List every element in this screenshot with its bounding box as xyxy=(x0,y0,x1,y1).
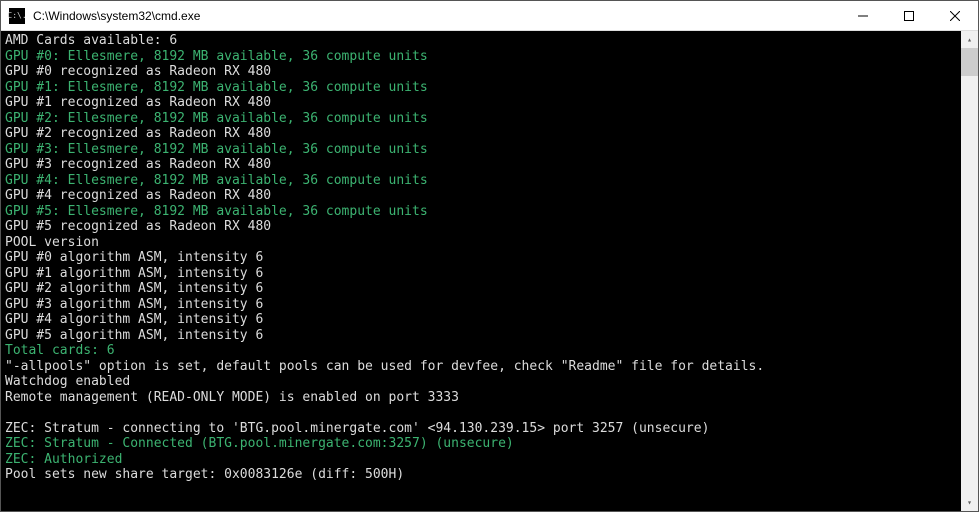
terminal-line: GPU #5 algorithm ASM, intensity 6 xyxy=(5,328,974,344)
terminal-line: GPU #0 algorithm ASM, intensity 6 xyxy=(5,250,974,266)
terminal-line: Watchdog enabled xyxy=(5,374,974,390)
terminal-line: GPU #3 recognized as Radeon RX 480 xyxy=(5,157,974,173)
terminal-line: GPU #2 algorithm ASM, intensity 6 xyxy=(5,281,974,297)
terminal-line: GPU #2 recognized as Radeon RX 480 xyxy=(5,126,974,142)
window-controls xyxy=(840,1,978,30)
terminal-line: GPU #3 algorithm ASM, intensity 6 xyxy=(5,297,974,313)
terminal-output: AMD Cards available: 6GPU #0: Ellesmere,… xyxy=(1,31,978,485)
cmd-icon: C:\. xyxy=(9,8,25,24)
terminal-line: GPU #1 recognized as Radeon RX 480 xyxy=(5,95,974,111)
terminal-line: GPU #5: Ellesmere, 8192 MB available, 36… xyxy=(5,204,974,220)
scroll-up-button[interactable]: ▴ xyxy=(961,31,978,48)
terminal-line: Pool sets new share target: 0x0083126e (… xyxy=(5,467,974,483)
terminal-line: GPU #0 recognized as Radeon RX 480 xyxy=(5,64,974,80)
terminal-line: GPU #4 algorithm ASM, intensity 6 xyxy=(5,312,974,328)
cmd-window: C:\. C:\Windows\system32\cmd.exe AMD Car… xyxy=(0,0,979,512)
terminal-area[interactable]: AMD Cards available: 6GPU #0: Ellesmere,… xyxy=(1,31,978,511)
maximize-button[interactable] xyxy=(886,1,932,30)
terminal-line: POOL version xyxy=(5,235,974,251)
terminal-line: GPU #4 recognized as Radeon RX 480 xyxy=(5,188,974,204)
terminal-line: GPU #1 algorithm ASM, intensity 6 xyxy=(5,266,974,282)
minimize-button[interactable] xyxy=(840,1,886,30)
terminal-line: GPU #3: Ellesmere, 8192 MB available, 36… xyxy=(5,142,974,158)
titlebar[interactable]: C:\. C:\Windows\system32\cmd.exe xyxy=(1,1,978,31)
close-button[interactable] xyxy=(932,1,978,30)
terminal-line: GPU #1: Ellesmere, 8192 MB available, 36… xyxy=(5,80,974,96)
vertical-scrollbar[interactable]: ▴ ▾ xyxy=(961,31,978,511)
scroll-thumb[interactable] xyxy=(961,48,978,76)
window-title: C:\Windows\system32\cmd.exe xyxy=(33,9,840,23)
terminal-line: AMD Cards available: 6 xyxy=(5,33,974,49)
terminal-line: ZEC: Stratum - Connected (BTG.pool.miner… xyxy=(5,436,974,452)
terminal-line: ZEC: Authorized xyxy=(5,452,974,468)
terminal-line xyxy=(5,405,974,421)
terminal-line: GPU #4: Ellesmere, 8192 MB available, 36… xyxy=(5,173,974,189)
terminal-line: GPU #2: Ellesmere, 8192 MB available, 36… xyxy=(5,111,974,127)
terminal-line: Remote management (READ-ONLY MODE) is en… xyxy=(5,390,974,406)
terminal-line: "-allpools" option is set, default pools… xyxy=(5,359,974,375)
terminal-line: Total cards: 6 xyxy=(5,343,974,359)
terminal-line: ZEC: Stratum - connecting to 'BTG.pool.m… xyxy=(5,421,974,437)
terminal-line: GPU #0: Ellesmere, 8192 MB available, 36… xyxy=(5,49,974,65)
terminal-line: GPU #5 recognized as Radeon RX 480 xyxy=(5,219,974,235)
scroll-down-button[interactable]: ▾ xyxy=(961,494,978,511)
